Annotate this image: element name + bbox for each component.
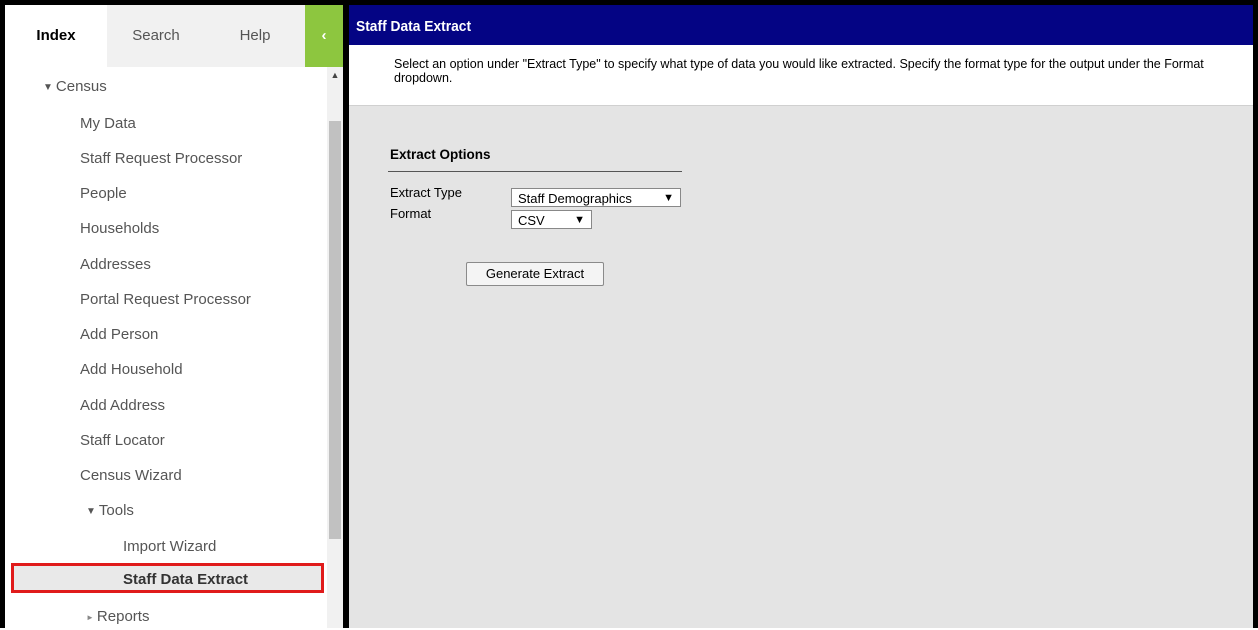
nav-item-import-wizard[interactable]: Import Wizard [123, 536, 216, 558]
page-description: Select an option under "Extract Type" to… [394, 57, 1204, 85]
format-value: CSV [518, 213, 545, 228]
scroll-up-icon[interactable]: ▲ [327, 67, 343, 83]
extract-type-value: Staff Demographics [518, 191, 632, 206]
title-bar [349, 5, 1253, 45]
collapsed-arrow-icon: ► [86, 613, 94, 622]
scrollbar-thumb[interactable] [329, 121, 341, 539]
nav-tabs: Index Search Help ‹ [5, 5, 343, 67]
format-select[interactable]: CSV ▼ [511, 210, 592, 229]
nav-item-add-person[interactable]: Add Person [80, 324, 158, 346]
tab-search[interactable]: Search [107, 5, 205, 67]
expanded-arrow-icon: ▼ [43, 82, 53, 93]
section-divider [388, 171, 682, 172]
collapse-panel-button[interactable]: ‹ [305, 5, 343, 67]
extract-type-label: Extract Type [390, 185, 463, 200]
nav-item-my-data[interactable]: My Data [80, 113, 136, 135]
nav-item-census-wizard[interactable]: Census Wizard [80, 465, 182, 487]
nav-item-label: Reports [96, 608, 150, 625]
nav-item-label: Census [55, 78, 107, 95]
nav-item-households[interactable]: Households [80, 218, 159, 240]
window-border-left [0, 0, 5, 628]
nav-item-staff-request-processor[interactable]: Staff Request Processor [80, 148, 242, 170]
section-title-extract-options: Extract Options [390, 147, 491, 162]
page-title: Staff Data Extract [356, 18, 472, 35]
nav-item-tools[interactable]: ▼ Tools [86, 500, 134, 522]
nav-item-portal-request-processor[interactable]: Portal Request Processor [80, 289, 251, 311]
app-window: Index Search Help ‹ ▼ Census My Data Staf… [0, 0, 1258, 628]
nav-item-label: Tools [98, 502, 134, 519]
nav-item-addresses[interactable]: Addresses [80, 254, 151, 276]
expanded-arrow-icon: ▼ [86, 506, 96, 517]
nav-item-staff-locator[interactable]: Staff Locator [80, 430, 165, 452]
nav-item-census[interactable]: ▼ Census [43, 76, 107, 98]
dropdown-arrow-icon: ▼ [663, 192, 674, 204]
dropdown-arrow-icon: ▼ [574, 214, 585, 226]
nav-item-add-household[interactable]: Add Household [80, 359, 183, 381]
window-border-right [1253, 0, 1258, 628]
nav-item-reports[interactable]: ► Reports [86, 606, 149, 628]
generate-extract-button[interactable]: Generate Extract [466, 262, 604, 286]
extract-type-select[interactable]: Staff Demographics ▼ [511, 188, 681, 207]
nav-item-staff-data-extract[interactable]: Staff Data Extract [123, 571, 248, 588]
window-border-top [0, 0, 1258, 5]
panel-divider [343, 0, 349, 628]
nav-item-people[interactable]: People [80, 183, 127, 205]
tab-index[interactable]: Index [5, 5, 107, 67]
chevron-left-icon: ‹ [321, 27, 327, 44]
nav-item-add-address[interactable]: Add Address [80, 395, 165, 417]
tab-help[interactable]: Help [205, 5, 305, 67]
format-label: Format [390, 206, 432, 221]
